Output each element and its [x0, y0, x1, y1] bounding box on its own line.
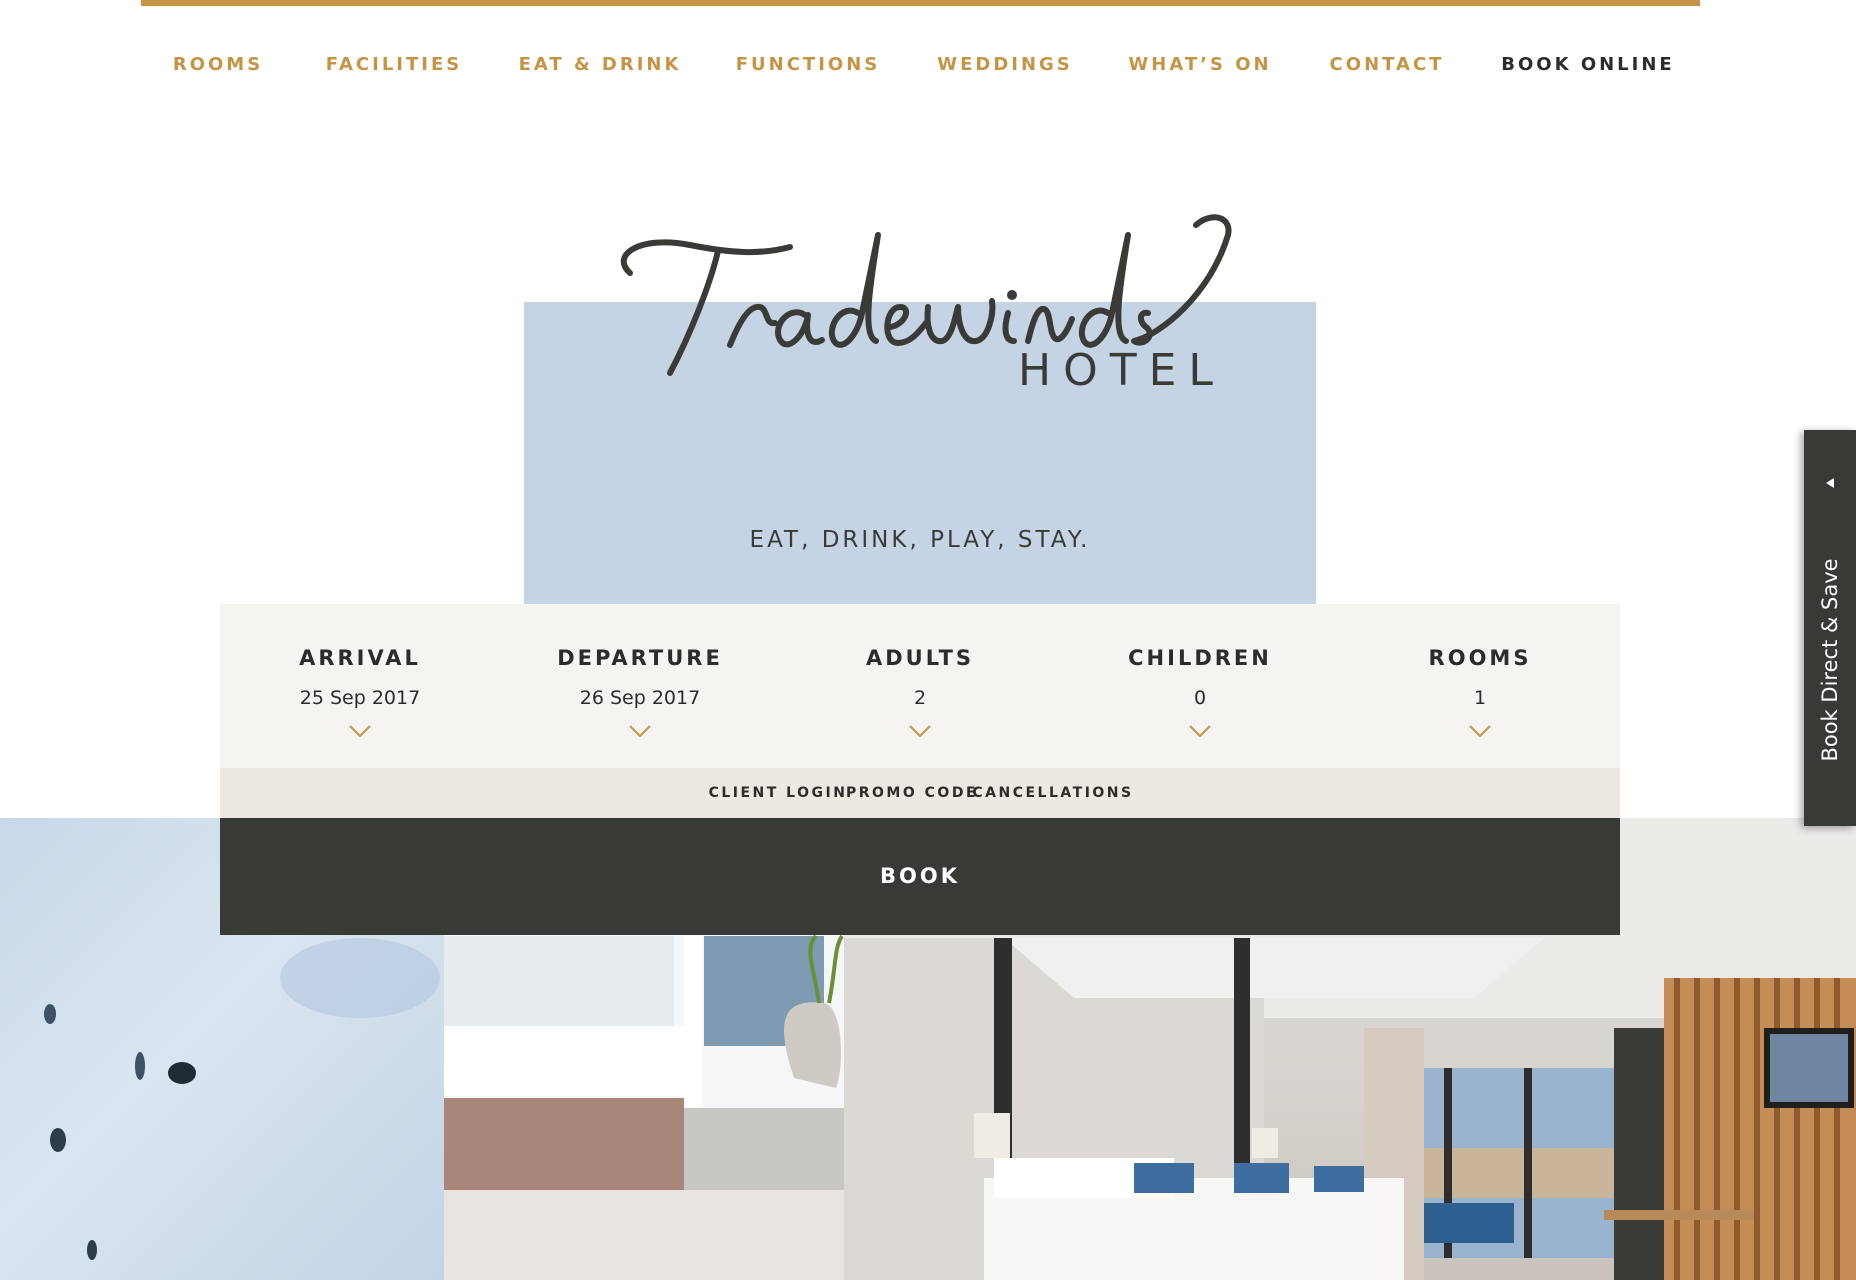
arrival-value: 25 Sep 2017 — [299, 687, 421, 709]
departure-label: DEPARTURE — [557, 646, 723, 670]
hotel-logo[interactable]: HOTEL — [600, 195, 1240, 396]
arrival-date-selector[interactable]: ARRIVAL 25 Sep 2017 — [250, 604, 470, 768]
booking-widget: ARRIVAL 25 Sep 2017 DEPARTURE 26 Sep 201… — [220, 604, 1620, 768]
children-value: 0 — [1193, 687, 1207, 709]
caret-left-icon — [1826, 478, 1834, 488]
nav-contact[interactable]: CONTACT — [1330, 48, 1445, 82]
chevron-down-icon — [1469, 725, 1491, 737]
departure-value: 26 Sep 2017 — [579, 687, 701, 709]
nav-facilities[interactable]: FACILITIES — [326, 48, 462, 82]
nav-rooms[interactable]: ROOMS — [173, 48, 263, 82]
adults-value: 2 — [913, 687, 927, 709]
chevron-down-icon — [349, 725, 371, 737]
arrival-label: ARRIVAL — [299, 646, 421, 670]
book-direct-side-tab[interactable]: Book Direct & Save — [1804, 430, 1856, 826]
promo-code-link[interactable]: PROMO CODE — [846, 768, 978, 818]
nav-whats-on[interactable]: WHAT’S ON — [1128, 48, 1271, 82]
cancellations-link[interactable]: CANCELLATIONS — [972, 768, 1133, 818]
departure-date-selector[interactable]: DEPARTURE 26 Sep 2017 — [530, 604, 750, 768]
book-button[interactable]: BOOK — [220, 818, 1620, 935]
book-button-label: BOOK — [880, 864, 960, 888]
hero-tagline: EAT, DRINK, PLAY, STAY. — [749, 527, 1091, 553]
rooms-selector[interactable]: ROOMS 1 — [1370, 604, 1590, 768]
main-navigation: ROOMS FACILITIES EAT & DRINK FUNCTIONS W… — [0, 48, 1856, 82]
nav-functions[interactable]: FUNCTIONS — [736, 48, 881, 82]
side-tab-label: Book Direct & Save — [1818, 558, 1842, 762]
adults-selector[interactable]: ADULTS 2 — [810, 604, 1030, 768]
adults-label: ADULTS — [865, 646, 975, 670]
children-label: CHILDREN — [1128, 646, 1272, 670]
rooms-label: ROOMS — [1428, 646, 1532, 670]
chevron-down-icon — [1189, 725, 1211, 737]
top-accent-bar — [141, 0, 1700, 6]
nav-book-online[interactable]: BOOK ONLINE — [1501, 48, 1674, 82]
client-login-link[interactable]: CLIENT LOGIN — [709, 768, 848, 818]
chevron-down-icon — [909, 725, 931, 737]
chevron-down-icon — [629, 725, 651, 737]
logo-hotel-text: HOTEL — [1018, 345, 1225, 396]
nav-weddings[interactable]: WEDDINGS — [937, 48, 1073, 82]
rooms-value: 1 — [1473, 687, 1487, 709]
nav-eat-and-drink[interactable]: EAT & DRINK — [519, 48, 682, 82]
children-selector[interactable]: CHILDREN 0 — [1090, 604, 1310, 768]
booking-links-bar: CLIENT LOGIN PROMO CODE CANCELLATIONS — [220, 768, 1620, 818]
